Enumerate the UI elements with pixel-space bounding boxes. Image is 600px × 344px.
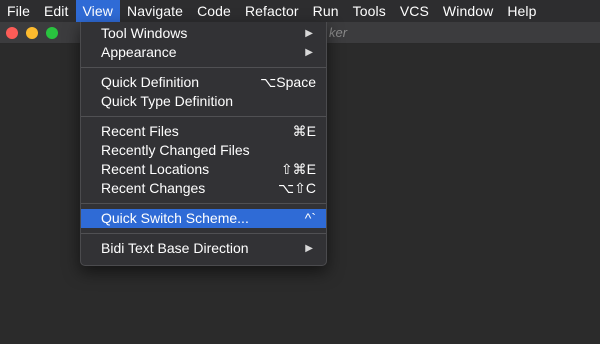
- menu-help[interactable]: Help: [500, 0, 543, 22]
- menu-navigate[interactable]: Navigate: [120, 0, 190, 22]
- menu-tools[interactable]: Tools: [346, 0, 393, 22]
- menu-separator: [81, 233, 326, 234]
- menu-item-label: Quick Definition: [101, 74, 200, 90]
- menu-item-label: Tool Windows: [101, 25, 188, 41]
- menu-item-recently-changed-files[interactable]: Recently Changed Files: [81, 141, 326, 160]
- app-menubar: File Edit View Navigate Code Refactor Ru…: [0, 0, 600, 22]
- menu-item-label: Recent Locations: [101, 161, 210, 177]
- menu-item-tool-windows[interactable]: Tool Windows ▶: [81, 24, 326, 43]
- menu-vcs[interactable]: VCS: [393, 0, 436, 22]
- menu-item-quick-definition[interactable]: Quick Definition ⌥Space: [81, 73, 326, 92]
- menu-run[interactable]: Run: [306, 0, 346, 22]
- window-zoom-button[interactable]: [46, 27, 58, 39]
- menu-item-shortcut: ⌥⇧C: [278, 180, 316, 196]
- menu-item-appearance[interactable]: Appearance ▶: [81, 43, 326, 62]
- window-title: ker: [329, 25, 348, 40]
- menu-item-label: Bidi Text Base Direction: [101, 240, 249, 256]
- menu-item-label: Recently Changed Files: [101, 142, 250, 158]
- menu-separator: [81, 116, 326, 117]
- submenu-arrow-icon: ▶: [305, 28, 313, 39]
- menu-item-quick-type-definition[interactable]: Quick Type Definition: [81, 92, 326, 111]
- menu-item-recent-locations[interactable]: Recent Locations ⇧⌘E: [81, 160, 326, 179]
- menu-separator: [81, 67, 326, 68]
- menu-item-label: Appearance: [101, 44, 177, 60]
- menu-code[interactable]: Code: [190, 0, 238, 22]
- menu-window[interactable]: Window: [436, 0, 500, 22]
- menu-item-recent-changes[interactable]: Recent Changes ⌥⇧C: [81, 179, 326, 198]
- menu-view[interactable]: View: [75, 0, 120, 22]
- window-minimize-button[interactable]: [26, 27, 38, 39]
- menu-item-shortcut: ^`: [304, 210, 316, 226]
- menu-item-shortcut: ⌥Space: [260, 74, 316, 90]
- menu-item-label: Recent Changes: [101, 180, 206, 196]
- menu-item-shortcut: ⇧⌘E: [280, 161, 316, 177]
- submenu-arrow-icon: ▶: [305, 47, 313, 58]
- menu-refactor[interactable]: Refactor: [238, 0, 306, 22]
- window-close-button[interactable]: [6, 27, 18, 39]
- menu-separator: [81, 203, 326, 204]
- menu-item-label: Quick Type Definition: [101, 93, 234, 109]
- menu-item-recent-files[interactable]: Recent Files ⌘E: [81, 122, 326, 141]
- menu-item-shortcut: ⌘E: [292, 123, 316, 139]
- menu-item-label: Quick Switch Scheme...: [101, 210, 249, 226]
- view-menu-dropdown: Tool Windows ▶ Appearance ▶ Quick Defini…: [80, 22, 327, 266]
- menu-edit[interactable]: Edit: [37, 0, 76, 22]
- menu-item-quick-switch-scheme[interactable]: Quick Switch Scheme... ^`: [81, 209, 326, 228]
- menu-file[interactable]: File: [0, 0, 37, 22]
- menu-item-label: Recent Files: [101, 123, 179, 139]
- menu-item-bidi-text-base-direction[interactable]: Bidi Text Base Direction ▶: [81, 239, 326, 258]
- submenu-arrow-icon: ▶: [305, 243, 313, 254]
